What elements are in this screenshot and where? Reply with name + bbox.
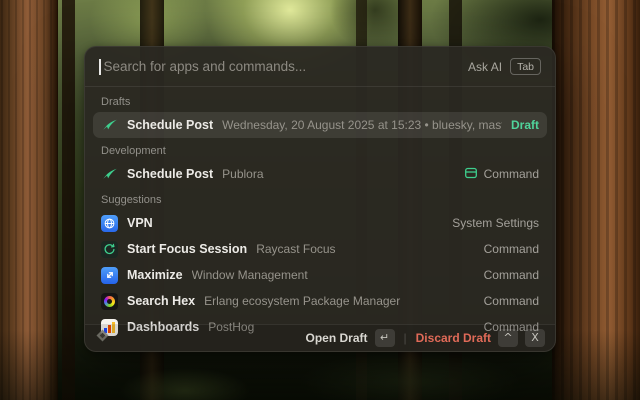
return-key-badge: ↵: [375, 329, 395, 347]
item-subtitle: Erlang ecosystem Package Manager: [204, 294, 475, 308]
action-bar: Open Draft ↵ | Discard Draft ^ X: [85, 324, 555, 351]
item-subtitle: Raycast Focus: [256, 242, 474, 256]
item-title: Search Hex: [127, 294, 195, 308]
maximize-icon: [101, 267, 118, 284]
focus-icon: [101, 241, 118, 258]
draft-badge: Draft: [511, 118, 539, 132]
item-subtitle: Publora: [222, 167, 455, 181]
list-item-start-focus-session[interactable]: Start Focus Session Raycast Focus Comman…: [93, 236, 547, 262]
item-title: Start Focus Session: [127, 242, 247, 256]
item-title: Schedule Post: [127, 167, 213, 181]
text-cursor: [99, 59, 101, 75]
section-header-drafts: Drafts: [93, 89, 547, 112]
publora-bird-icon: [101, 117, 118, 134]
item-subtitle: Wednesday, 20 August 2025 at 15:23 • blu…: [222, 118, 502, 132]
ask-ai-label[interactable]: Ask AI: [468, 60, 502, 74]
item-type-label: Command: [484, 294, 539, 308]
item-subtitle: Window Management: [192, 268, 475, 282]
discard-draft-button[interactable]: Discard Draft ^ X: [416, 329, 545, 347]
screenshot-root: Ask AI Tab Drafts Schedule Post Wednesda…: [0, 0, 640, 400]
list-item-schedule-post-draft[interactable]: Schedule Post Wednesday, 20 August 2025 …: [93, 112, 547, 138]
item-title: Schedule Post: [127, 118, 213, 132]
raycast-logo-icon: [95, 328, 110, 348]
section-header-development: Development: [93, 138, 547, 161]
hex-icon: [101, 293, 118, 310]
item-type-label: System Settings: [452, 216, 539, 230]
section-header-suggestions: Suggestions: [93, 187, 547, 210]
control-key-badge: ^: [498, 329, 518, 347]
open-draft-button[interactable]: Open Draft ↵: [306, 329, 395, 347]
item-type-label: Command: [484, 268, 539, 282]
list-item-search-hex[interactable]: Search Hex Erlang ecosystem Package Mana…: [93, 288, 547, 314]
item-type-label: Command: [484, 242, 539, 256]
results-list: Drafts Schedule Post Wednesday, 20 Augus…: [85, 87, 555, 340]
search-input[interactable]: [104, 59, 459, 74]
search-bar: Ask AI Tab: [85, 47, 555, 87]
footer-separator: |: [404, 331, 407, 345]
item-type-label: Command: [484, 167, 539, 181]
command-window-icon: [464, 166, 478, 183]
list-item-maximize[interactable]: Maximize Window Management Command: [93, 262, 547, 288]
x-key-badge: X: [525, 329, 545, 347]
item-title: Maximize: [127, 268, 183, 282]
tab-key-badge: Tab: [510, 58, 541, 75]
list-item-vpn[interactable]: VPN System Settings: [93, 210, 547, 236]
publora-bird-icon: [101, 166, 118, 183]
item-title: VPN: [127, 216, 153, 230]
list-item-schedule-post-command[interactable]: Schedule Post Publora Command: [93, 161, 547, 187]
vpn-icon: [101, 215, 118, 232]
raycast-window: Ask AI Tab Drafts Schedule Post Wednesda…: [84, 46, 556, 352]
